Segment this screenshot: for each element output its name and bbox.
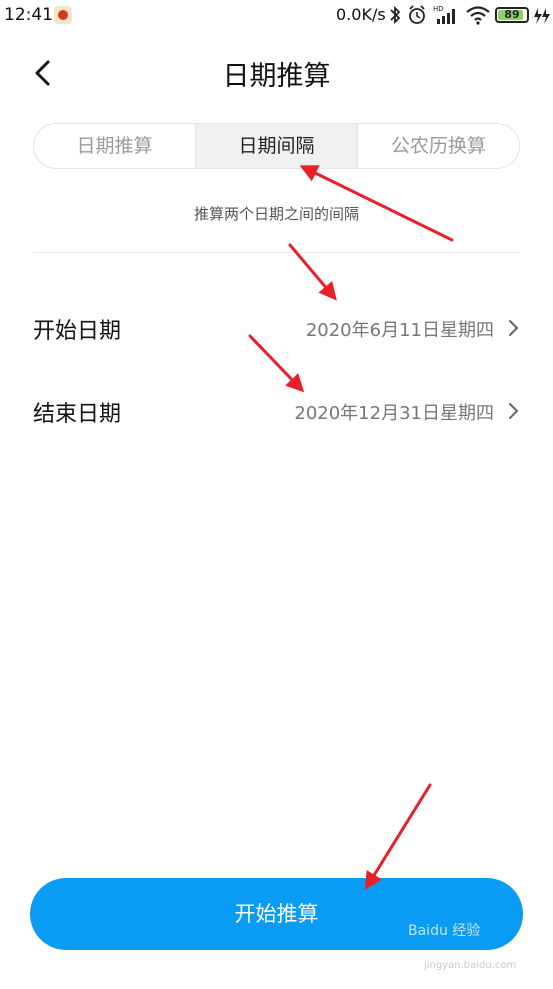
tab-bar: 日期推算 日期间隔 公农历换算 [33, 123, 520, 169]
divider [33, 252, 520, 253]
watermark-url: jingyan.baidu.com [424, 960, 517, 971]
start-date-label: 开始日期 [33, 319, 122, 344]
page-title: 日期推算 [222, 61, 331, 92]
app-notification-icon [54, 6, 72, 24]
status-bar: 12:41 0.0K/s HD 89 [0, 0, 553, 32]
end-date-label: 结束日期 [33, 402, 122, 427]
wifi-icon [466, 6, 490, 25]
svg-text:HD: HD [433, 5, 444, 13]
tab-lunar-conversion[interactable]: 公农历换算 [358, 124, 519, 168]
charging-icon [534, 8, 550, 24]
bluetooth-icon [390, 5, 401, 25]
watermark-logo: Baidu 经验 [408, 923, 481, 939]
battery-icon: 89 [495, 7, 529, 23]
chevron-right-icon [509, 403, 519, 419]
start-date-row[interactable]: 开始日期 2020年6月11日星期四 [33, 305, 520, 349]
mode-description: 推算两个日期之间的间隔 [193, 205, 359, 223]
end-date-row[interactable]: 结束日期 2020年12月31日星期四 [33, 388, 520, 432]
end-date-value: 2020年12月31日星期四 [294, 403, 494, 424]
battery-percent: 89 [504, 8, 520, 21]
tab-date-interval[interactable]: 日期间隔 [196, 124, 358, 168]
hd-signal-icon: HD [433, 5, 455, 24]
start-date-value: 2020年6月11日星期四 [305, 320, 494, 341]
network-speed: 0.0K/s [336, 5, 386, 24]
status-time: 12:41 [4, 5, 53, 25]
tab-date-calculation[interactable]: 日期推算 [34, 124, 196, 168]
alarm-icon [409, 5, 425, 24]
chevron-right-icon [509, 320, 519, 336]
annotation-arrow-button [364, 783, 432, 891]
